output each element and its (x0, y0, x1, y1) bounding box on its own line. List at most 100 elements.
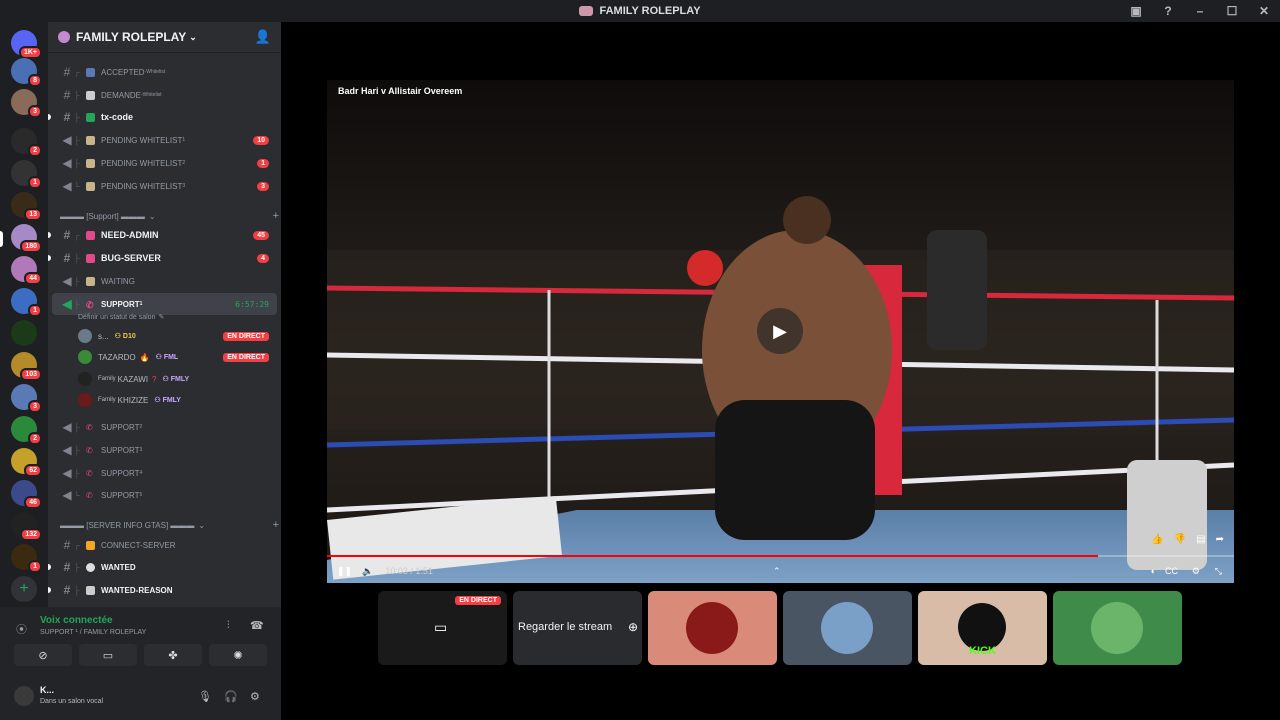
guild-icon[interactable]: 3 (11, 89, 42, 118)
channel-support-4[interactable]: ◀ ├ ✆ SUPPORT 4 (48, 463, 281, 483)
video-progress-bar[interactable] (327, 555, 1234, 557)
disconnect-icon[interactable]: ☎ (250, 619, 264, 632)
play-button[interactable]: ▶ (757, 308, 803, 354)
home-button[interactable]: 1K+ (11, 30, 42, 59)
guild-icon-family-roleplay[interactable]: 180 (11, 224, 42, 253)
activities-button[interactable]: ✤ (144, 644, 202, 666)
settings-gear-icon[interactable]: ⚙ (250, 690, 260, 703)
channel-tx-code[interactable]: # ├ tx-code (48, 107, 281, 127)
participant-tile[interactable]: KICK (918, 591, 1047, 665)
watch-stream-icon[interactable]: ⊕ (628, 620, 638, 634)
question-icon: ? (152, 374, 157, 384)
tree-icon: ├ (74, 112, 80, 122)
channel-label: BUG-SERVER (101, 253, 161, 263)
user-tag: ⚇ FML (155, 354, 179, 361)
channel-pending-whitelist-1[interactable]: ◀ ├ PENDING WHITELIST 1 10 (48, 130, 281, 150)
captions-icon[interactable]: CC (1165, 566, 1178, 576)
voice-user[interactable]: Family KAZAWI ? ⚇ FMLY (48, 369, 281, 389)
close-button[interactable]: ✕ (1248, 4, 1280, 18)
category-support[interactable]: ▬▬▬ [Support] ▬▬▬ ⌄ + (48, 207, 281, 225)
voice-user[interactable]: Family KHIZIZE ⚇ FMLY (48, 390, 281, 410)
channel-bug-server[interactable]: # ├ BUG-SERVER 4 (48, 248, 281, 268)
guild-icon[interactable]: 132 (11, 512, 42, 541)
voice-channel-path[interactable]: SUPPORT ¹ / FAMILY ROLEPLAY (40, 629, 146, 636)
channel-demande[interactable]: # ├ DEMANDE -Whitelist (48, 85, 281, 105)
user-name: K... (40, 685, 55, 695)
stream-tile[interactable]: EN DIRECT ▭ (378, 591, 507, 665)
voice-user[interactable]: s... ⚇ D10 EN DIRECT (48, 326, 281, 346)
channel-need-admin[interactable]: # ┌ NEED-ADMIN 45 (48, 225, 281, 245)
create-channel-icon[interactable]: + (273, 519, 279, 531)
channel-status-input[interactable]: Définir un statut de salon ✎ (78, 311, 278, 323)
channel-pending-whitelist-3[interactable]: ◀ └ PENDING WHITELIST 3 3 (48, 176, 281, 196)
comment-icon[interactable]: ▤ (1196, 534, 1205, 545)
voice-status[interactable]: Voix connectée (40, 615, 113, 626)
dislike-icon[interactable]: 👎 (1174, 534, 1186, 545)
guild-icon[interactable]: 62 (11, 448, 42, 477)
voice-user[interactable]: TAZARDO 🔥 ⚇ FML EN DIRECT (48, 347, 281, 367)
channel-label: SUPPORT (101, 490, 140, 500)
inbox-icon[interactable]: ▣ (1120, 4, 1152, 18)
share-icon[interactable]: ➦ (1216, 534, 1224, 545)
participant-tile[interactable] (1053, 591, 1182, 665)
channel-pending-whitelist-2[interactable]: ◀ ├ PENDING WHITELIST 2 1 (48, 153, 281, 173)
guild-badge: 103 (20, 368, 42, 381)
user-tag: ⚇ FMLY (162, 376, 190, 383)
headphones-icon[interactable]: 🎧 (224, 690, 238, 703)
channel-support-5[interactable]: ◀ └ ✆ SUPPORT 5 (48, 485, 281, 505)
guild-icon[interactable]: 2 (11, 128, 42, 157)
unread-indicator (48, 114, 51, 120)
volume-icon[interactable]: 🔈 (362, 566, 373, 577)
channel-connect-server[interactable]: # ┌ CONNECT-SERVER (48, 535, 281, 555)
document-icon (86, 585, 95, 595)
pause-icon[interactable]: ❚❚ (337, 566, 352, 577)
guild-icon[interactable]: 8 (11, 58, 42, 87)
autoplay-toggle[interactable]: ◐ (1151, 566, 1156, 576)
channel-support-3[interactable]: ◀ ├ ✆ SUPPORT 3 (48, 440, 281, 460)
microphone-icon[interactable]: 🎙 (198, 690, 212, 703)
settings-icon[interactable]: ⚙ (1192, 566, 1200, 577)
hash-icon: # (63, 560, 71, 574)
video-player[interactable]: Badr Hari v Allistair Overeem ▶ 👍 👎 ▤ ➦ … (327, 80, 1234, 583)
participant-tile[interactable] (783, 591, 912, 665)
server-header[interactable]: FAMILY ROLEPLAY ⌄ 👤 (48, 22, 281, 53)
channel-wanted-reason[interactable]: # ├ WANTED-REASON (48, 580, 281, 600)
add-server-icon[interactable]: + (11, 576, 37, 602)
category-server-info[interactable]: ▬▬▬ [SERVER INFO GTAS] ▬▬▬ ⌄ + (48, 516, 281, 534)
soundboard-button[interactable]: ✺ (209, 644, 267, 666)
participant-tile[interactable] (648, 591, 777, 665)
channel-accepted[interactable]: # ┌ ACCEPTED -Whitelist (48, 62, 281, 82)
guild-icon[interactable]: 103 (11, 352, 42, 381)
noise-suppression-icon[interactable]: ⫶ (227, 620, 230, 631)
guild-icon[interactable]: 1 (11, 160, 42, 189)
guild-icon[interactable]: 2 (11, 416, 42, 445)
user-avatar[interactable] (14, 686, 34, 706)
window-controls: ▣ ? – ☐ ✕ (1120, 0, 1280, 22)
create-channel-icon[interactable]: + (273, 210, 279, 222)
maximize-button[interactable]: ☐ (1216, 4, 1248, 18)
channel-label: DEMANDE (101, 90, 142, 100)
user-status: Dans un salon vocal (40, 698, 104, 705)
help-icon[interactable]: ? (1152, 4, 1184, 18)
guild-icon[interactable]: 44 (11, 256, 42, 285)
phone-icon: ✆ (86, 468, 93, 478)
guild-icon[interactable]: 13 (11, 192, 42, 221)
exit-fullscreen-icon[interactable]: ⤡ (1215, 566, 1222, 577)
channel-wanted[interactable]: # ├ WANTED (48, 557, 281, 577)
chevron-up-icon[interactable]: ⌃ (773, 566, 781, 577)
screen-share-button[interactable]: ▭ (79, 644, 137, 666)
camera-off-icon: ⊘ (38, 649, 48, 662)
camera-off-button[interactable]: ⊘ (14, 644, 72, 666)
guild-icon[interactable]: 46 (11, 480, 42, 509)
channel-waiting[interactable]: ◀ ├ WAITING (48, 271, 281, 291)
like-icon[interactable]: 👍 (1151, 534, 1163, 545)
channel-support-2[interactable]: ◀ ├ ✆ SUPPORT 2 (48, 417, 281, 437)
guild-icon[interactable]: 1 (11, 544, 42, 573)
minimize-button[interactable]: – (1184, 4, 1216, 18)
invite-people-icon[interactable]: 👤 (255, 29, 271, 45)
guild-icon[interactable]: 3 (11, 384, 42, 413)
guild-icon[interactable] (11, 320, 37, 346)
stream-tile[interactable]: Regarder le stream ⊕ (513, 591, 642, 665)
guild-icon[interactable]: 1 (11, 288, 42, 317)
window-title: FAMILY ROLEPLAY (599, 5, 701, 17)
